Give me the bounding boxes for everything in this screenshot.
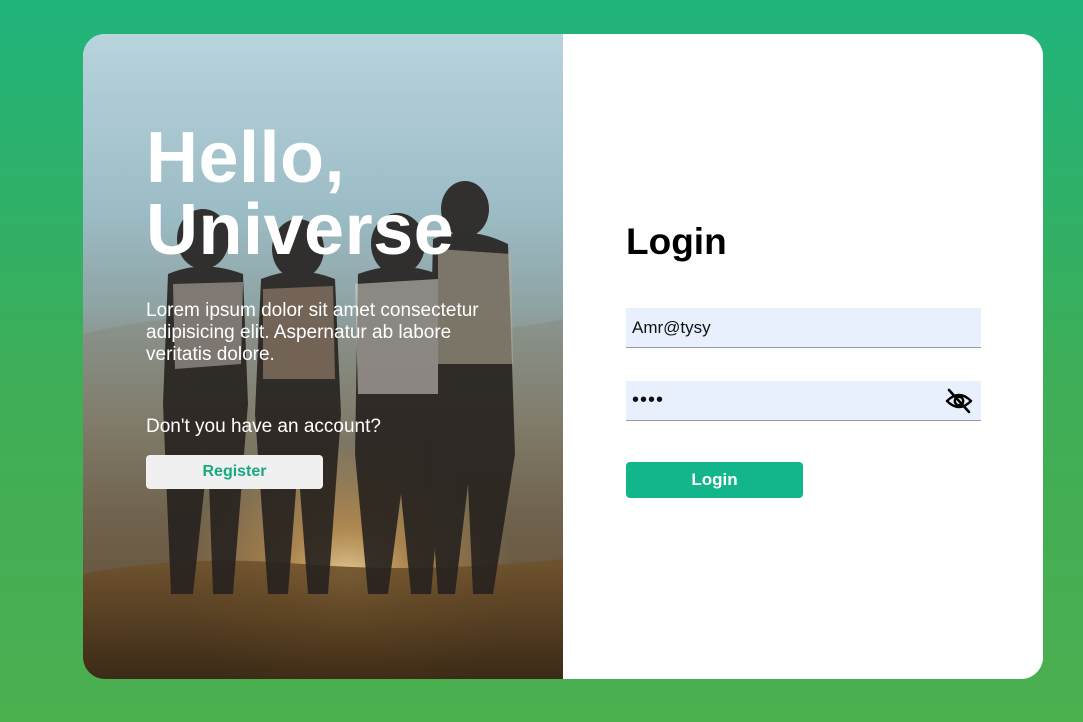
- password-field-wrapper: [626, 381, 981, 421]
- hero-title-line-1: Hello,: [146, 118, 346, 198]
- hero-description: Lorem ipsum dolor sit amet consectetur a…: [146, 300, 479, 365]
- login-form-panel: Login Login: [563, 34, 1043, 679]
- register-button[interactable]: Register: [146, 455, 323, 489]
- register-prompt: Don't you have an account?: [146, 416, 381, 437]
- email-field-wrapper: [626, 308, 981, 348]
- login-card: Hello, Universe Lorem ipsum dolor sit am…: [83, 34, 1043, 679]
- password-field[interactable]: [626, 381, 981, 420]
- login-button[interactable]: Login: [626, 462, 803, 498]
- hero-title-line-2: Universe: [146, 190, 455, 270]
- hero-panel: Hello, Universe Lorem ipsum dolor sit am…: [83, 34, 563, 679]
- eye-slash-icon[interactable]: [945, 388, 973, 414]
- hero-content: Hello, Universe Lorem ipsum dolor sit am…: [146, 122, 526, 489]
- login-title: Login: [626, 221, 727, 262]
- email-field[interactable]: [626, 308, 981, 347]
- hero-title: Hello, Universe: [146, 122, 526, 266]
